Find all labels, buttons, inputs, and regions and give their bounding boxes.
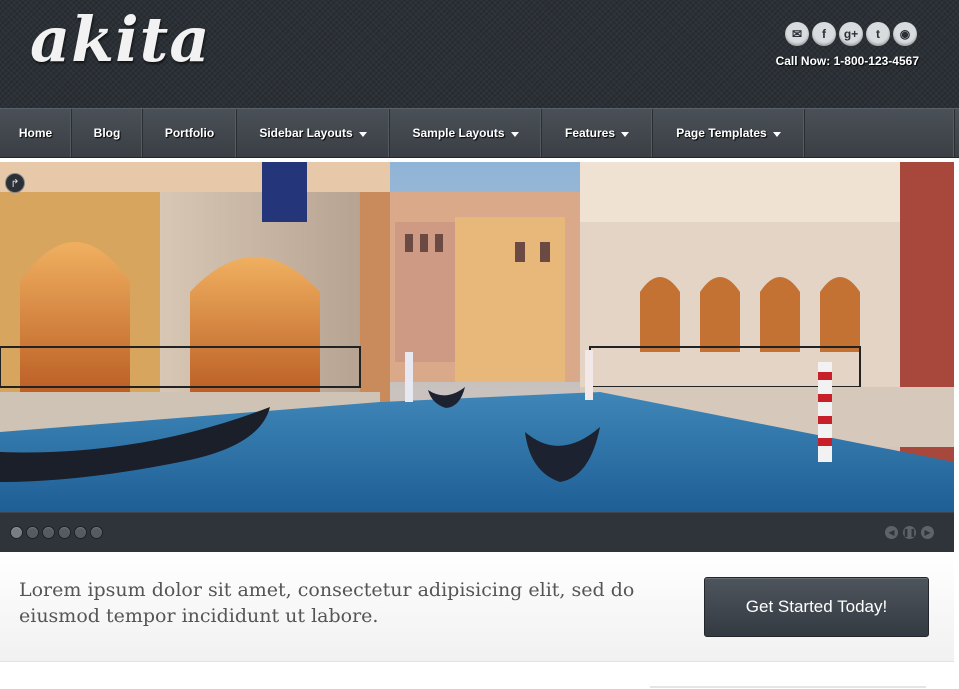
slider-pagination — [10, 526, 103, 539]
pause-icon[interactable]: ❚❚ — [903, 526, 916, 539]
slider-dot[interactable] — [42, 526, 55, 539]
nav-item-home[interactable]: Home — [0, 109, 72, 157]
twitter-icon[interactable]: t — [866, 22, 890, 46]
site-logo[interactable]: akita — [30, 0, 211, 80]
chevron-down-icon — [621, 131, 630, 137]
nav-label: Sidebar Layouts — [259, 126, 353, 140]
nav-label: Home — [18, 126, 53, 140]
slider-dot[interactable] — [26, 526, 39, 539]
page-edge — [954, 552, 959, 689]
slider-dot[interactable] — [10, 526, 23, 539]
get-started-button[interactable]: Get Started Today! — [704, 577, 929, 637]
nav-label: Sample Layouts — [412, 126, 505, 140]
site-header: akita ✉ f g+ t ◉ Call Now: 1-800-123-456… — [0, 0, 959, 108]
slider-dot[interactable] — [58, 526, 71, 539]
main-navigation: Home Blog Portfolio Sidebar Layouts Samp… — [0, 108, 959, 158]
nav-item-portfolio[interactable]: Portfolio — [143, 109, 237, 157]
nav-item-sample-layouts[interactable]: Sample Layouts — [390, 109, 542, 157]
nav-item-sidebar-layouts[interactable]: Sidebar Layouts — [237, 109, 390, 157]
slider-dot[interactable] — [74, 526, 87, 539]
venice-canal-image — [0, 162, 954, 512]
slider-dot[interactable] — [90, 526, 103, 539]
nav-label: Features — [564, 126, 616, 140]
chevron-down-icon — [358, 131, 367, 137]
nav-label: Blog — [93, 126, 121, 140]
nav-spacer — [805, 109, 955, 157]
google-plus-icon[interactable]: g+ — [839, 22, 863, 46]
slider-image[interactable] — [0, 162, 954, 512]
nav-item-features[interactable]: Features — [542, 109, 653, 157]
divider — [650, 686, 926, 688]
nav-item-page-templates[interactable]: Page Templates — [653, 109, 805, 157]
slider-nav-controls: ◀ ❚❚ ▶ — [885, 526, 934, 539]
rss-icon[interactable]: ◉ — [893, 22, 917, 46]
nav-label: Page Templates — [676, 126, 767, 140]
nav-label: Portfolio — [164, 126, 215, 140]
social-icons: ✉ f g+ t ◉ — [785, 22, 917, 46]
nav-item-blog[interactable]: Blog — [72, 109, 143, 157]
tagline-text: Lorem ipsum dolor sit amet, consectetur … — [19, 579, 635, 627]
email-icon[interactable]: ✉ — [785, 22, 809, 46]
facebook-icon[interactable]: f — [812, 22, 836, 46]
chevron-down-icon — [772, 131, 781, 137]
call-now-text: Call Now: 1-800-123-4567 — [775, 54, 919, 68]
prev-icon[interactable]: ◀ — [885, 526, 898, 539]
chevron-down-icon — [510, 131, 519, 137]
tagline-box: Lorem ipsum dolor sit amet, consectetur … — [0, 552, 954, 662]
slider-controls-bar: ◀ ❚❚ ▶ — [0, 512, 954, 552]
next-icon[interactable]: ▶ — [921, 526, 934, 539]
share-icon[interactable]: ↱ — [5, 173, 25, 193]
